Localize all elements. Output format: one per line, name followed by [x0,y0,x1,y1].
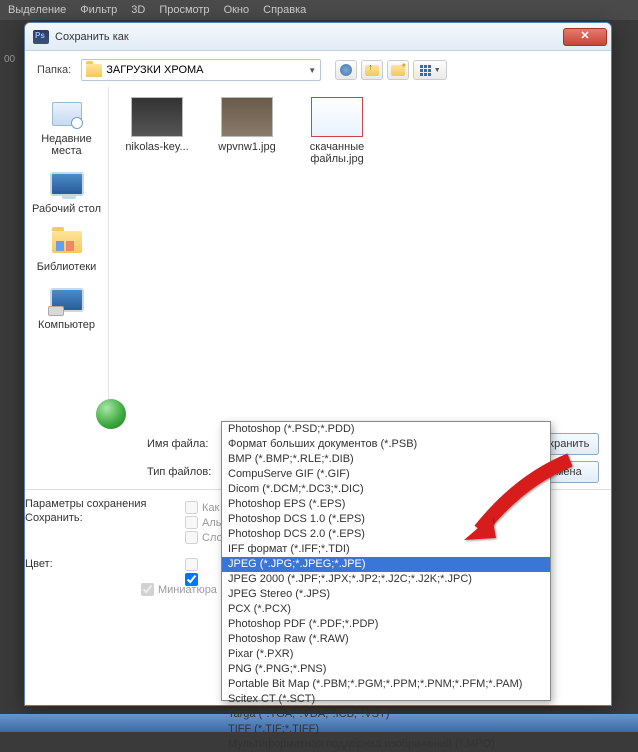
folder-up-icon [365,65,379,76]
file-name: скачанные файлы.jpg [301,141,373,165]
filetype-option[interactable]: Photoshop PDF (*.PDF;*.PDP) [222,617,550,632]
thumbnail-checkbox[interactable]: Миниатюра [141,583,217,596]
close-button[interactable]: ✕ [563,28,607,46]
up-folder-button[interactable] [361,60,383,80]
place-label: Недавние места [27,133,106,157]
filetype-dropdown-list[interactable]: Photoshop (*.PSD;*.PDD)Формат больших до… [221,421,551,701]
filetype-option[interactable]: Photoshop EPS (*.EPS) [222,497,550,512]
filetype-option[interactable]: JPEG 2000 (*.JPF;*.JPX;*.JP2;*.J2C;*.J2K… [222,572,550,587]
app-menu-bar: Выделение Фильтр 3D Просмотр Окно Справк… [0,0,638,20]
menu-item[interactable]: Выделение [8,4,66,16]
filetype-option[interactable]: Photoshop (*.PSD;*.PDD) [222,422,550,437]
computer-icon [50,288,84,312]
menu-item[interactable]: Просмотр [159,4,209,16]
dialog-titlebar[interactable]: Сохранить как ✕ [25,23,611,51]
filetype-option[interactable]: TIFF (*.TIF;*.TIFF) [222,722,550,737]
folder-toolbar: Папка: ЗАГРУЗКИ ХРОМА ▼ ▼ [25,51,611,87]
check-color1[interactable] [185,558,202,571]
ruler-mark: 00 [4,54,15,65]
save-options-label: Сохранить: [25,512,95,524]
folder-icon [86,64,102,77]
filetype-option[interactable]: JPEG (*.JPG;*.JPEG;*.JPE) [222,557,550,572]
filetype-option[interactable]: Мультиформатная поддержка изображений (*… [222,737,550,752]
filetype-option[interactable]: Targa (*.TGA;*.VDA;*.ICB;*.VST) [222,707,550,722]
thumbnail [131,97,183,137]
libraries-icon [52,231,82,253]
menu-item[interactable]: Окно [224,4,250,16]
grid-icon [420,65,431,76]
chevron-down-icon: ▼ [434,67,441,74]
places-sidebar: Недавние места Рабочий стол Библиотеки К… [25,87,109,427]
photoshop-icon [33,30,49,44]
menu-item[interactable]: 3D [131,4,145,16]
file-item[interactable]: wpvnw1.jpg [211,97,283,153]
filetype-option[interactable]: Portable Bit Map (*.PBM;*.PGM;*.PPM;*.PN… [222,677,550,692]
place-libraries[interactable]: Библиотеки [25,221,108,277]
file-item[interactable]: скачанные файлы.jpg [301,97,373,165]
filetype-label: Тип файлов: [147,466,217,478]
color-options-label: Цвет: [25,558,95,570]
menu-item[interactable]: Справка [263,4,306,16]
place-desktop[interactable]: Рабочий стол [25,163,108,219]
place-computer[interactable]: Компьютер [25,279,108,335]
filetype-option[interactable]: PCX (*.PCX) [222,602,550,617]
file-name: wpvnw1.jpg [218,141,275,153]
filetype-option[interactable]: Photoshop DCS 1.0 (*.EPS) [222,512,550,527]
back-icon [340,64,352,76]
file-item[interactable]: nikolas-key... [121,97,193,153]
filetype-option[interactable]: Dicom (*.DCM;*.DC3;*.DIC) [222,482,550,497]
filetype-option[interactable]: Формат больших документов (*.PSB) [222,437,550,452]
dialog-title: Сохранить как [55,31,563,43]
filetype-option[interactable]: Pixar (*.PXR) [222,647,550,662]
file-list[interactable]: nikolas-key... wpvnw1.jpg скачанные файл… [109,87,611,427]
filetype-option[interactable]: CompuServe GIF (*.GIF) [222,467,550,482]
filetype-option[interactable]: Photoshop DCS 2.0 (*.EPS) [222,527,550,542]
menu-item[interactable]: Фильтр [80,4,117,16]
view-mode-button[interactable]: ▼ [413,60,447,80]
filetype-option[interactable]: Scitex CT (*.SCT) [222,692,550,707]
filetype-option[interactable]: PNG (*.PNG;*.PNS) [222,662,550,677]
back-button[interactable] [335,60,357,80]
recent-icon [52,102,82,126]
place-label: Библиотеки [37,261,97,273]
thumbnail [221,97,273,137]
folder-label: Папка: [37,64,71,76]
filetype-option[interactable]: IFF формат (*.IFF;*.TDI) [222,542,550,557]
new-folder-button[interactable] [387,60,409,80]
filetype-option[interactable]: Photoshop Raw (*.RAW) [222,632,550,647]
place-recent[interactable]: Недавние места [25,93,108,161]
network-icon [96,399,126,429]
place-label: Рабочий стол [32,203,101,215]
folder-name: ЗАГРУЗКИ ХРОМА [106,64,203,76]
filetype-option[interactable]: JPEG Stereo (*.JPS) [222,587,550,602]
filename-label: Имя файла: [147,438,217,450]
desktop-icon [50,172,84,196]
thumbnail [311,97,363,137]
place-label: Компьютер [38,319,95,331]
filetype-option[interactable]: BMP (*.BMP;*.RLE;*.DIB) [222,452,550,467]
file-name: nikolas-key... [125,141,188,153]
params-title: Параметры сохранения [25,498,146,510]
folder-dropdown[interactable]: ЗАГРУЗКИ ХРОМА ▼ [81,59,321,81]
new-folder-icon [391,65,405,76]
chevron-down-icon: ▼ [308,66,316,75]
